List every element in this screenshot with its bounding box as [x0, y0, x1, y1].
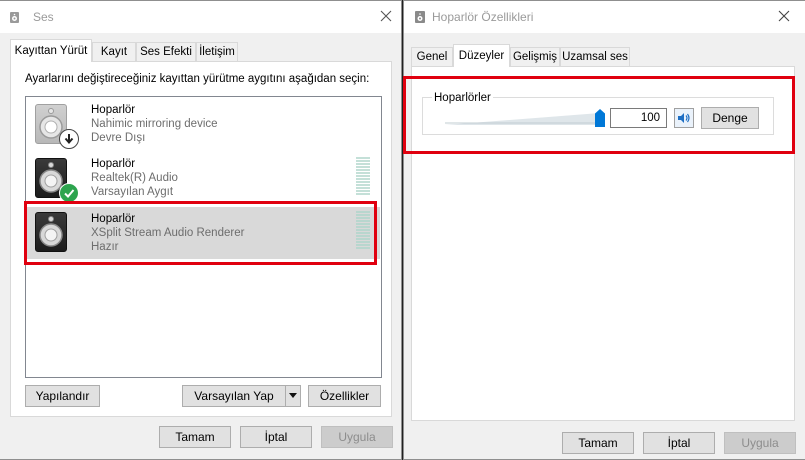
close-button[interactable] — [764, 1, 804, 31]
tab-recording[interactable]: Kayıt — [92, 42, 136, 61]
button-label: İptal — [264, 430, 288, 444]
button-label: Uygula — [741, 436, 779, 450]
volume-slider[interactable] — [445, 107, 605, 129]
tab-label: Ses Efekti — [140, 46, 192, 58]
device-description: Nahimic mirroring device — [91, 118, 218, 130]
apply-button[interactable]: Uygula — [724, 432, 796, 454]
arrow-down-icon — [59, 129, 79, 149]
properties-tabs: Genel Düzeyler Gelişmiş Uzamsal ses — [411, 44, 795, 67]
tab-label: İletişim — [199, 46, 235, 58]
volume-meter — [356, 211, 370, 249]
button-label: Yapılandır — [35, 389, 90, 403]
mute-toggle-button[interactable] — [674, 108, 694, 128]
button-label: Denge — [712, 111, 748, 125]
configure-button[interactable]: Yapılandır — [25, 385, 100, 407]
device-item-xsplit[interactable]: Hoparlör XSplit Stream Audio Renderer Ha… — [27, 207, 380, 259]
tab-label: Gelişmiş — [512, 51, 558, 63]
device-item-realtek[interactable]: Hoparlör Realtek(R) Audio Varsayılan Ayg… — [27, 153, 380, 205]
speakers-group-label: Hoparlörler — [432, 92, 493, 104]
properties-button[interactable]: Özellikler — [308, 385, 381, 407]
volume-slider-track — [445, 113, 600, 125]
close-icon — [380, 10, 392, 22]
close-icon — [778, 10, 790, 22]
button-label: İptal — [667, 436, 691, 450]
volume-meter — [356, 157, 370, 195]
sound-dialog: Ses Kayıttan Yürüt Kayıt Ses Efekti İlet… — [0, 0, 402, 460]
tab-levels[interactable]: Düzeyler — [453, 44, 510, 67]
ok-button[interactable]: Tamam — [562, 432, 634, 454]
device-status: Varsayılan Aygıt — [91, 186, 174, 198]
balance-button[interactable]: Denge — [701, 107, 759, 129]
device-description: XSplit Stream Audio Renderer — [91, 227, 245, 239]
tab-advanced[interactable]: Gelişmiş — [510, 47, 560, 66]
button-label: Tamam — [578, 436, 618, 450]
close-button[interactable] — [366, 1, 401, 31]
playback-tab-panel: Ayarlarını değiştireceğiniz kayıttan yür… — [10, 61, 392, 417]
speaker-icon — [32, 158, 79, 203]
playback-device-list[interactable]: Hoparlör Nahimic mirroring device Devre … — [25, 96, 382, 378]
tab-spatial-sound[interactable]: Uzamsal ses — [560, 47, 630, 66]
speaker-cone-icon — [39, 216, 63, 247]
check-icon — [59, 183, 79, 203]
speaker-volume-icon — [678, 113, 690, 123]
ok-button[interactable]: Tamam — [159, 426, 231, 448]
device-status: Hazır — [91, 241, 119, 253]
window-title: Hoparlör Özellikleri — [432, 10, 534, 24]
sound-tabs: Kayıttan Yürüt Kayıt Ses Efekti İletişim — [10, 39, 392, 62]
button-label: Tamam — [175, 430, 215, 444]
instruction-text: Ayarlarını değiştireceğiniz kayıttan yür… — [25, 73, 370, 85]
button-label: Uygula — [338, 430, 376, 444]
speaker-icon — [32, 212, 74, 254]
tab-sound-effects[interactable]: Ses Efekti — [136, 42, 196, 61]
set-default-dropdown-button[interactable] — [285, 385, 301, 407]
tab-label: Kayıt — [100, 46, 128, 58]
chevron-down-icon — [289, 393, 297, 398]
speaker-app-icon — [413, 10, 427, 27]
set-default-button[interactable]: Varsayılan Yap — [182, 385, 286, 407]
device-description: Realtek(R) Audio — [91, 172, 178, 184]
speaker-app-icon — [9, 10, 23, 27]
device-status: Devre Dışı — [91, 132, 146, 144]
cancel-button[interactable]: İptal — [240, 426, 312, 448]
tab-label: Düzeyler — [458, 50, 505, 62]
button-label: Varsayılan Yap — [194, 389, 274, 403]
cancel-button[interactable]: İptal — [643, 432, 715, 454]
tab-label: Genel — [416, 51, 448, 63]
tab-label: Kayıttan Yürüt — [14, 45, 88, 57]
device-item-nahimic[interactable]: Hoparlör Nahimic mirroring device Devre … — [27, 99, 380, 151]
tab-playback[interactable]: Kayıttan Yürüt — [10, 39, 92, 62]
speaker-properties-dialog: Hoparlör Özellikleri Genel Düzeyler Geli… — [403, 0, 805, 460]
device-name: Hoparlör — [91, 104, 136, 116]
tab-label: Uzamsal ses — [562, 51, 628, 63]
device-name: Hoparlör — [91, 158, 136, 170]
volume-value-input[interactable]: 100 — [610, 108, 667, 128]
speaker-icon — [32, 104, 79, 149]
apply-button[interactable]: Uygula — [321, 426, 393, 448]
sound-dialog-titlebar: Ses — [0, 1, 401, 33]
button-label: Özellikler — [319, 389, 370, 403]
levels-tab-panel: Hoparlörler 100 Denge — [411, 66, 795, 421]
volume-value: 100 — [640, 112, 660, 124]
properties-titlebar: Hoparlör Özellikleri — [404, 1, 805, 33]
tab-communications[interactable]: İletişim — [196, 42, 238, 61]
window-title: Ses — [33, 10, 54, 24]
device-name: Hoparlör — [91, 213, 136, 225]
tab-general[interactable]: Genel — [411, 47, 453, 66]
